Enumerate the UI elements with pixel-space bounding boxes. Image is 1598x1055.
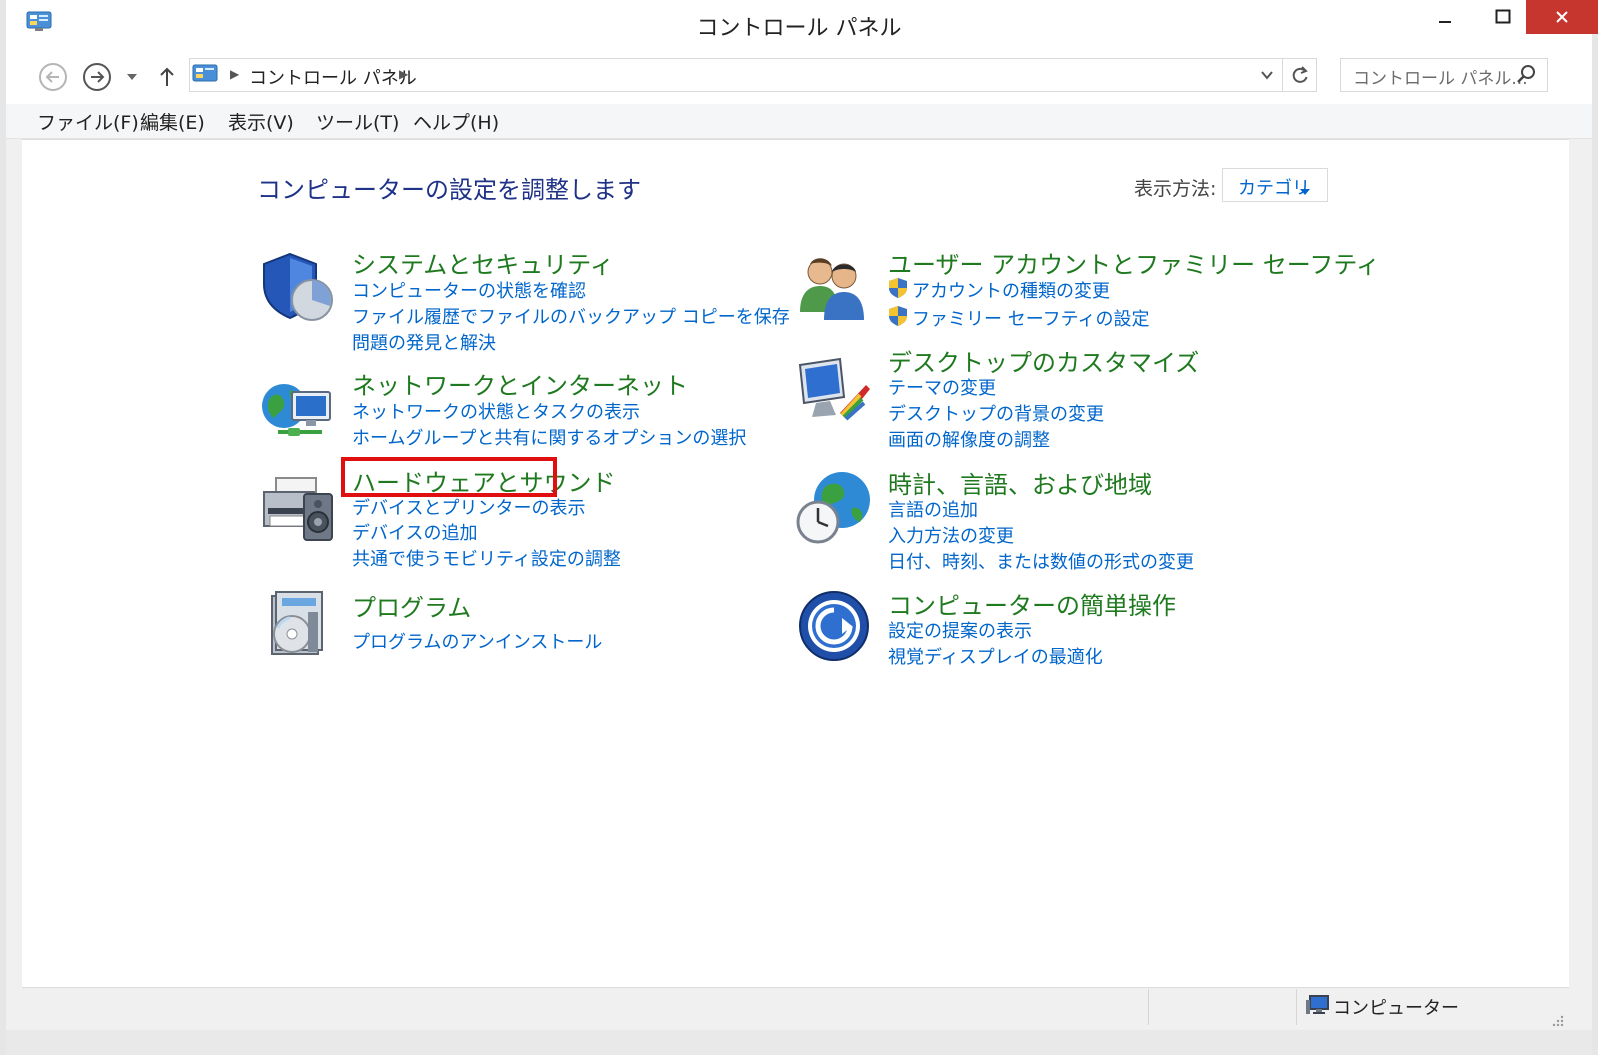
menu-help[interactable]: ヘルプ(H) [413, 108, 499, 135]
link-file-history-backup[interactable]: ファイル履歴でファイルのバックアップ コピーを保存 [352, 303, 790, 329]
category-clock-language-region[interactable]: 時計、言語、および地域 [888, 465, 1152, 500]
category-programs[interactable]: プログラム [352, 588, 471, 623]
printer-icon[interactable] [258, 468, 333, 541]
link-find-fix-problems[interactable]: 問題の発見と解決 [352, 329, 496, 355]
computer-icon [1305, 994, 1329, 1020]
shield-icon[interactable] [258, 250, 333, 322]
link-check-computer-status[interactable]: コンピューターの状態を確認 [352, 277, 586, 303]
address-history-dropdown[interactable] [1254, 60, 1280, 90]
link-add-device[interactable]: デバイスの追加 [352, 519, 477, 545]
link-uninstall-program[interactable]: プログラムのアンインストール [352, 628, 602, 654]
view-by-label: 表示方法: [1134, 178, 1217, 200]
uac-shield-icon [888, 305, 908, 331]
link-homegroup-sharing[interactable]: ホームグループと共有に関するオプションの選択 [352, 424, 746, 450]
network-icon[interactable] [258, 372, 331, 444]
link-network-status[interactable]: ネットワークの状態とタスクの表示 [352, 398, 640, 424]
chevron-down-icon[interactable] [1299, 181, 1311, 200]
link-suggested-settings[interactable]: 設定の提案の表示 [888, 617, 1032, 643]
forward-button[interactable] [80, 60, 114, 94]
refresh-button[interactable] [1282, 58, 1317, 92]
menu-view[interactable]: 表示(V) [228, 108, 294, 135]
breadcrumb-arrow-icon[interactable]: ▶ [399, 67, 408, 81]
link-mobility-settings[interactable]: 共通で使うモビリティ設定の調整 [352, 545, 621, 571]
link-change-theme[interactable]: テーマの変更 [888, 374, 996, 400]
resize-grip-icon[interactable] [1550, 1012, 1564, 1031]
status-divider [1296, 989, 1297, 1025]
maximize-icon [1495, 9, 1511, 24]
link-family-safety[interactable]: ファミリー セーフティの設定 [912, 305, 1150, 331]
close-icon [1556, 11, 1568, 23]
maximize-button[interactable] [1478, 0, 1528, 34]
link-adjust-resolution[interactable]: 画面の解像度の調整 [888, 426, 1050, 452]
link-change-date-time-format[interactable]: 日付、時刻、または数値の形式の変更 [888, 548, 1194, 574]
minimize-button[interactable] [1420, 0, 1470, 34]
link-change-account-type[interactable]: アカウントの種類の変更 [912, 277, 1110, 303]
category-system-security[interactable]: システムとセキュリティ [352, 245, 614, 280]
control-panel-breadcrumb-icon [192, 63, 218, 89]
programs-icon[interactable] [260, 588, 332, 660]
close-button[interactable] [1526, 0, 1598, 34]
minimize-icon [1439, 21, 1451, 23]
search-placeholder: コントロール パネル... [1353, 69, 1528, 89]
up-button[interactable] [152, 60, 182, 94]
status-divider [1148, 989, 1149, 1025]
category-user-accounts[interactable]: ユーザー アカウントとファミリー セーフティ [888, 245, 1380, 280]
category-hardware-sound[interactable]: ハードウェアとサウンド [352, 463, 616, 498]
window-bottom-edge [6, 1030, 1592, 1055]
link-change-desktop-background[interactable]: デスクトップの背景の変更 [888, 400, 1104, 426]
chevron-down-icon [1261, 71, 1273, 80]
link-devices-printers[interactable]: デバイスとプリンターの表示 [352, 494, 585, 520]
chevron-down-icon [127, 74, 137, 80]
link-optimize-visual-display[interactable]: 視覚ディスプレイの最適化 [888, 643, 1103, 669]
menu-file[interactable]: ファイル(F) [37, 108, 139, 135]
category-network-internet[interactable]: ネットワークとインターネット [352, 366, 688, 401]
status-location-text: コンピューター [1333, 998, 1459, 1019]
search-icon[interactable] [1516, 64, 1536, 88]
ease-of-access-icon[interactable] [796, 588, 869, 661]
breadcrumb-arrow-icon[interactable]: ▶ [230, 67, 239, 81]
category-ease-of-access[interactable]: コンピューターの簡単操作 [888, 586, 1176, 621]
menu-edit[interactable]: 編集(E) [140, 108, 205, 135]
category-desktop-customization[interactable]: デスクトップのカスタマイズ [888, 343, 1199, 378]
desktop-icon[interactable] [796, 355, 870, 427]
forward-arrow-icon [83, 63, 111, 91]
menu-tools[interactable]: ツール(T) [316, 108, 399, 135]
page-title: コンピューターの設定を調整します [257, 176, 641, 204]
breadcrumb-control-panel[interactable]: コントロール パネル [249, 64, 417, 90]
back-arrow-icon [39, 63, 67, 91]
recent-locations-button[interactable] [118, 60, 146, 94]
back-button[interactable] [36, 60, 70, 94]
link-add-language[interactable]: 言語の追加 [888, 496, 978, 522]
link-change-input-method[interactable]: 入力方法の変更 [888, 522, 1014, 548]
users-icon[interactable] [796, 250, 868, 322]
uac-shield-icon [888, 277, 908, 303]
window-title: コントロール パネル [696, 16, 902, 41]
up-arrow-icon [160, 67, 174, 86]
clock-globe-icon[interactable] [796, 468, 870, 544]
refresh-icon [1292, 66, 1308, 83]
control-panel-window: コントロール パネル ▶ コントロール パネル ▶ コントロール パネル... … [0, 0, 1598, 1055]
